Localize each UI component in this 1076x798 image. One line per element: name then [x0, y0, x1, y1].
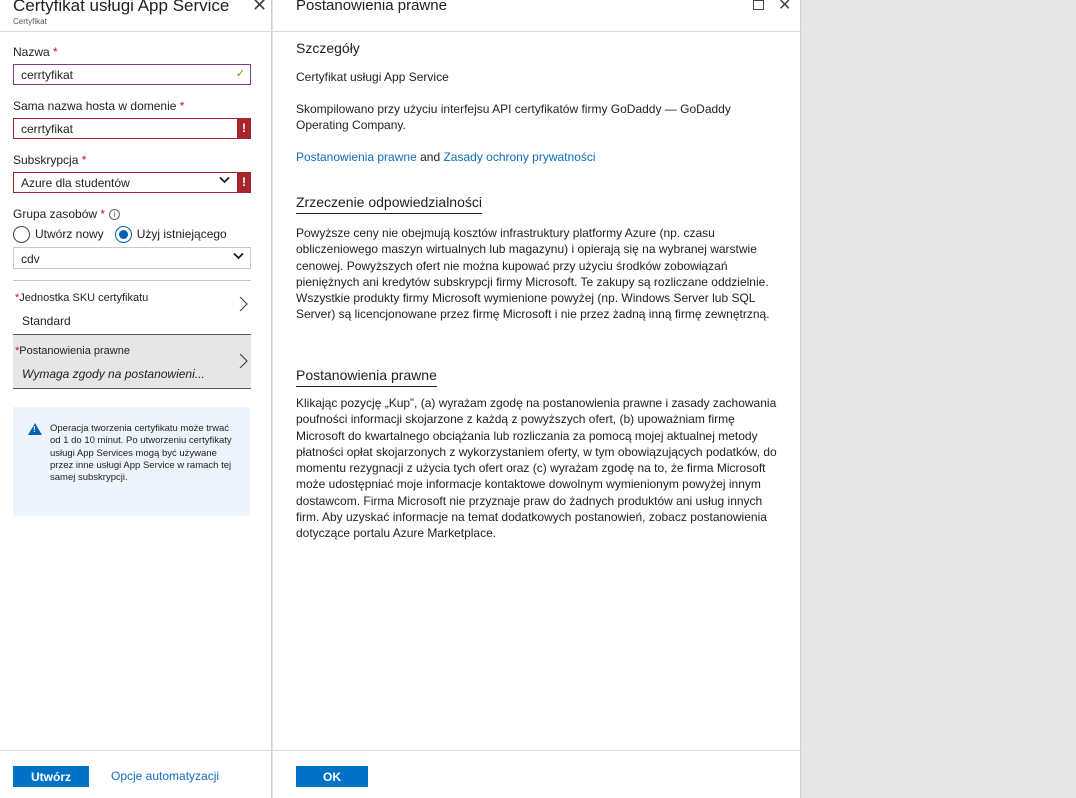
name-input[interactable]: cerrtyfikat ✓: [13, 64, 251, 85]
blade-header: Postanowienia prawne ✕: [273, 0, 801, 32]
blade-footer: Utwórz Opcje automatyzacji: [0, 750, 272, 798]
legal-terms-nav-item[interactable]: *Postanowienia prawne Wymaga zgody na po…: [13, 335, 251, 389]
compiled-text: Skompilowano przy użyciu interfejsu API …: [296, 102, 731, 133]
info-icon[interactable]: i: [109, 209, 121, 220]
automation-options-link[interactable]: Opcje automatyzacji: [111, 769, 219, 783]
disclaimer-heading: Zrzeczenie odpowiedzialności: [296, 194, 482, 214]
hostname-label: Sama nazwa hosta w domenie *: [13, 99, 185, 113]
warning-icon: [28, 423, 42, 435]
legal-heading: Postanowienia prawne: [296, 367, 437, 387]
chevron-down-icon: [233, 251, 244, 263]
legal-text: Klikając pozycję „Kup”, (a) wyrażam zgod…: [296, 396, 777, 541]
links-row: Postanowienia prawne and Zasady ochrony …: [296, 150, 596, 164]
legal-terms-value: Wymaga zgody na postanowieni...: [22, 367, 205, 381]
details-section: Szczegóły: [296, 40, 786, 56]
resource-group-select[interactable]: cdv: [13, 247, 251, 269]
legal-terms-link[interactable]: Postanowienia prawne: [296, 150, 417, 164]
subscription-label: Subskrypcja *: [13, 153, 87, 167]
chevron-right-icon: [239, 293, 248, 317]
close-icon[interactable]: ✕: [252, 0, 267, 16]
blade-title: Postanowienia prawne: [296, 0, 447, 14]
create-certificate-blade: Certyfikat usługi App Service Certyfikat…: [0, 0, 272, 798]
name-label: Nazwa *: [13, 45, 58, 59]
radio-use-existing[interactable]: Użyj istniejącego: [114, 225, 227, 243]
info-notice: Operacja tworzenia certyfikatu może trwa…: [13, 407, 250, 516]
legal-terms-blade: Postanowienia prawne ✕ Szczegóły Certyfi…: [273, 0, 801, 798]
hostname-input[interactable]: cerrtyfikat !: [13, 118, 251, 139]
blade-header: Certyfikat usługi App Service Certyfikat…: [0, 0, 272, 32]
subscription-select[interactable]: Azure dla studentów !: [13, 172, 251, 193]
legal-heading-wrap: Postanowienia prawne: [296, 367, 786, 387]
error-icon: !: [237, 118, 251, 139]
close-icon[interactable]: ✕: [778, 0, 791, 14]
maximize-icon[interactable]: [753, 0, 764, 10]
product-name: Certyfikat usługi App Service: [296, 70, 449, 84]
resource-group-radio-group: Utwórz nowy Użyj istniejącego: [13, 225, 238, 243]
disclaimer-heading-wrap: Zrzeczenie odpowiedzialności: [296, 194, 786, 214]
privacy-policy-link[interactable]: Zasady ochrony prywatności: [443, 150, 595, 164]
radio-button-selected[interactable]: [114, 225, 132, 243]
sku-nav-item[interactable]: *Jednostka SKU certyfikatu Standard: [13, 280, 251, 335]
chevron-right-icon: [239, 350, 248, 374]
radio-create-new[interactable]: Utwórz nowy: [13, 225, 104, 243]
ok-button[interactable]: OK: [296, 766, 368, 787]
error-icon: !: [237, 172, 251, 193]
sku-value: Standard: [22, 314, 71, 328]
blade-title: Certyfikat usługi App Service: [13, 0, 230, 15]
details-heading: Szczegóły: [296, 40, 360, 56]
chevron-down-icon: [219, 175, 230, 187]
create-button[interactable]: Utwórz: [13, 766, 89, 787]
checkmark-icon: ✓: [235, 68, 245, 80]
blade-subtitle: Certyfikat: [13, 17, 47, 26]
notice-text: Operacja tworzenia certyfikatu może trwa…: [50, 423, 232, 484]
radio-button[interactable]: [13, 225, 30, 243]
blade-footer: OK: [273, 750, 801, 798]
resource-group-label: Grupa zasobów * i: [13, 207, 121, 221]
disclaimer-text: Powyższe ceny nie obejmują kosztów infra…: [296, 226, 770, 322]
